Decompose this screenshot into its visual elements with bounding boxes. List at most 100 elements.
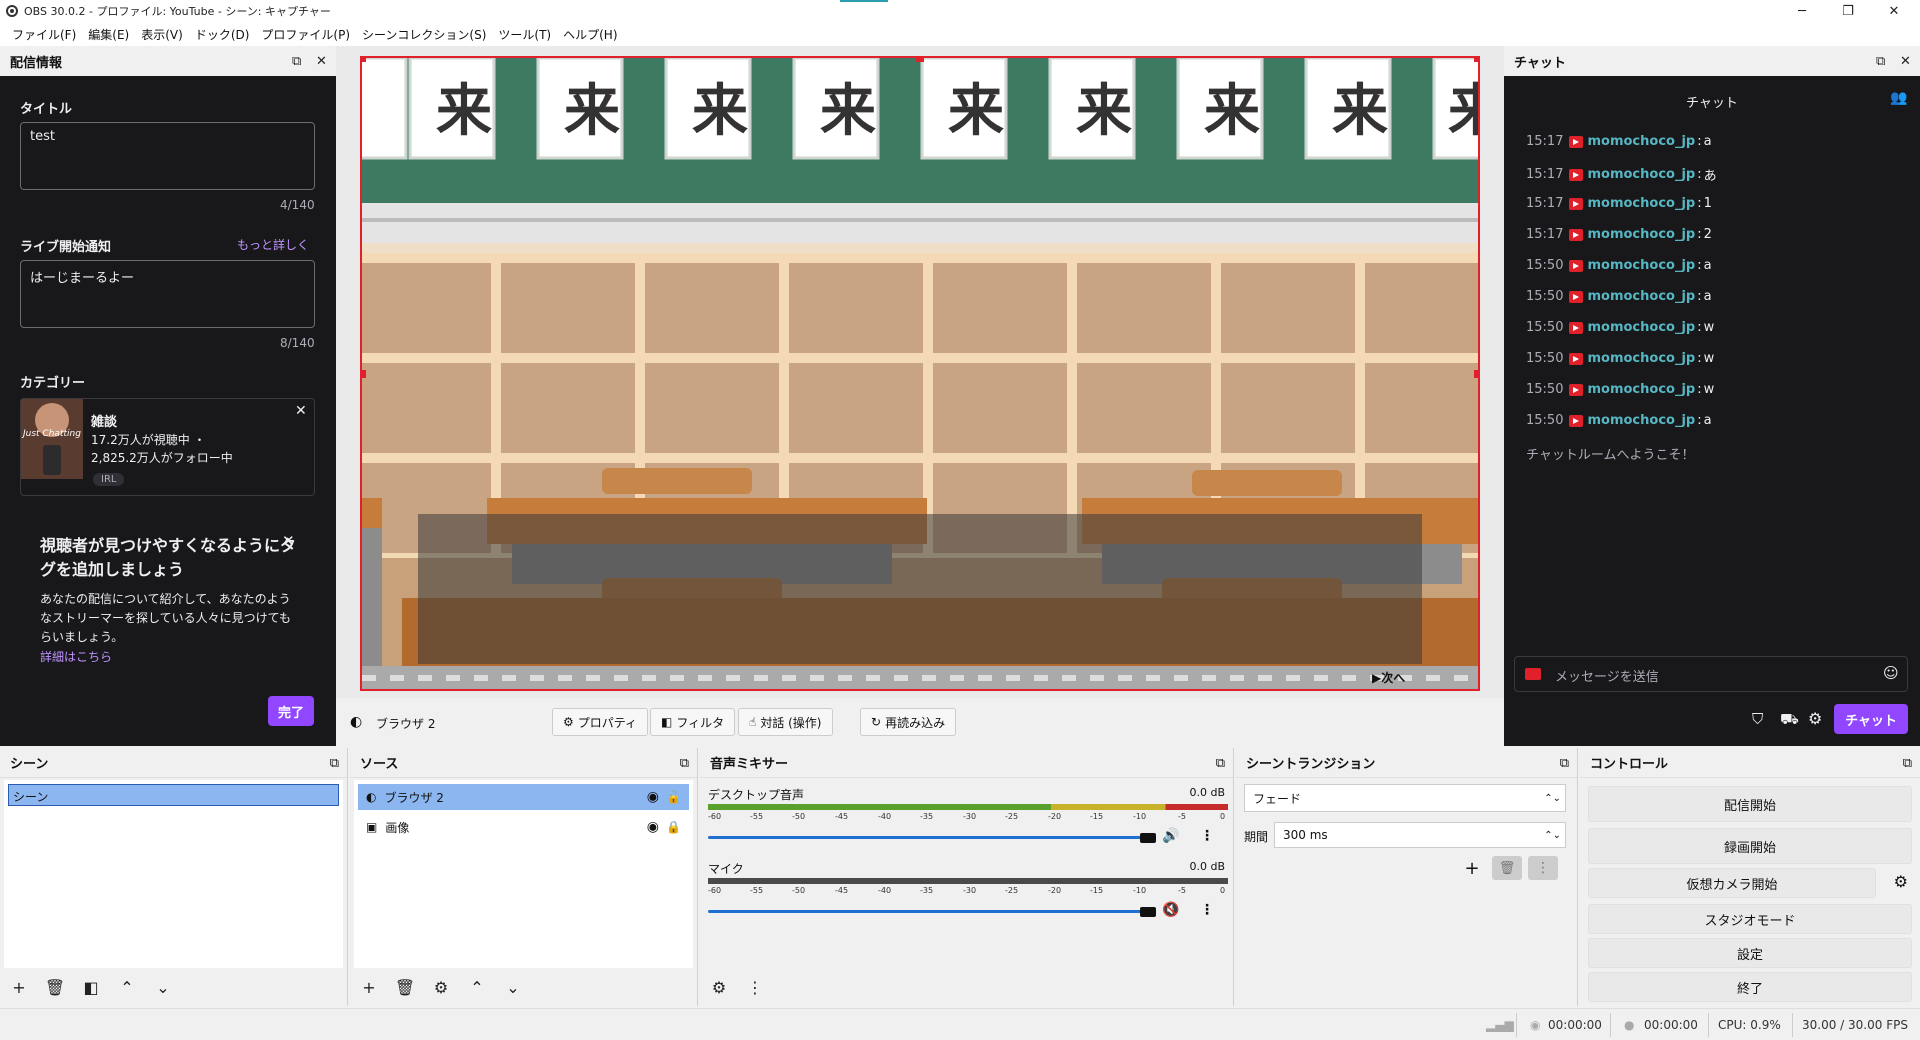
resize-handle-tr[interactable]: [1474, 58, 1478, 62]
source-up-icon[interactable]: ⌃: [462, 974, 492, 1000]
notify-char-count: 8/140: [280, 336, 315, 350]
lock-icon[interactable]: 🔒: [666, 820, 681, 834]
source-item-browser[interactable]: ◐ ブラウザ 2 ◉ 🔓: [358, 784, 689, 810]
channel-menu-icon[interactable]: ⋮: [1200, 828, 1214, 844]
preview-canvas[interactable]: 来来来 来来来 来来来: [360, 56, 1480, 691]
resize-handle-left[interactable]: [362, 370, 366, 378]
advanced-audio-icon[interactable]: ⚙: [704, 974, 734, 1000]
menu-dock[interactable]: ドック(D): [189, 26, 256, 43]
chat-settings-icon[interactable]: ⚙: [1808, 709, 1822, 728]
preview-area[interactable]: 来来来 来来来 来来来: [336, 46, 1504, 698]
scenes-dock: シーン ⧉ シーン + 🗑 ◧ ⌃ ⌄: [0, 748, 348, 1006]
controls-dock: コントロール ⧉ 配信開始 録画開始 仮想カメラ開始 ⚙ スタジオモード 設定 …: [1580, 748, 1920, 1006]
emoji-icon[interactable]: ☺: [1883, 664, 1899, 682]
chat-close-icon[interactable]: ✕: [1900, 54, 1911, 69]
mic-volume-slider[interactable]: [708, 910, 1148, 913]
source-properties-icon[interactable]: ⚙: [426, 974, 456, 1000]
source-down-icon[interactable]: ⌄: [498, 974, 528, 1000]
menu-tools[interactable]: ツール(T): [492, 26, 557, 43]
remove-source-icon[interactable]: 🗑: [390, 974, 420, 1000]
title-input[interactable]: test: [20, 122, 315, 190]
add-scene-icon[interactable]: +: [4, 974, 34, 1000]
learn-more-link[interactable]: もっと詳しく: [237, 236, 309, 253]
interact-button[interactable]: ☝ 対話 (操作): [738, 708, 833, 736]
visibility-eye-icon[interactable]: ◉: [647, 789, 659, 805]
reload-button[interactable]: ↻ 再読み込み: [860, 708, 957, 736]
remove-scene-icon[interactable]: 🗑: [40, 974, 70, 1000]
mixer-undock-icon[interactable]: ⧉: [1216, 756, 1225, 771]
menu-view[interactable]: 表示(V): [135, 26, 189, 43]
menu-file[interactable]: ファイル(F): [6, 26, 82, 43]
mic-volume-knob[interactable]: [1140, 907, 1156, 917]
duration-input[interactable]: 300 ms ⌃⌄: [1274, 822, 1566, 848]
transition-select[interactable]: フェード ⌃⌄: [1244, 784, 1566, 812]
title-bar: OBS 30.0.2 - プロファイル: YouTube - シーン: キャプチ…: [0, 0, 1920, 22]
speaker-icon[interactable]: 🔊: [1162, 828, 1179, 844]
properties-button[interactable]: ⚙ プロパティ: [552, 708, 649, 736]
start-virtual-camera-button[interactable]: 仮想カメラ開始: [1588, 868, 1876, 898]
users-icon[interactable]: 👥: [1890, 90, 1907, 106]
shield-icon[interactable]: ⛉: [1752, 710, 1763, 728]
scene-item[interactable]: シーン: [8, 784, 339, 806]
desktop-volume-slider[interactable]: [708, 836, 1148, 839]
resize-handle-tl[interactable]: [362, 58, 366, 62]
close-tag-hint-icon[interactable]: ✕: [282, 532, 295, 550]
remove-transition-icon[interactable]: 🗑: [1492, 856, 1522, 880]
maximize-button[interactable]: ❐: [1826, 0, 1870, 22]
filters-button[interactable]: ◧ フィルタ: [650, 708, 736, 736]
resize-handle-right[interactable]: [1474, 370, 1478, 378]
camera-badge-icon: [1569, 290, 1584, 303]
scenes-undock-icon[interactable]: ⧉: [330, 756, 339, 771]
menu-profile[interactable]: プロファイル(P): [255, 26, 356, 43]
mixer-menu-icon[interactable]: ⋮: [740, 974, 770, 1000]
move-down-icon[interactable]: ⌄: [148, 974, 178, 1000]
add-transition-icon[interactable]: +: [1458, 856, 1486, 880]
chat-input[interactable]: メッセージを送信 ☺: [1514, 656, 1908, 692]
notify-input[interactable]: はーじまーるよー: [20, 260, 315, 328]
chat-undock-icon[interactable]: ⧉: [1876, 54, 1885, 69]
scene-filters-icon[interactable]: ◧: [76, 974, 106, 1000]
category-tag-irl[interactable]: IRL: [93, 473, 125, 486]
move-up-icon[interactable]: ⌃: [112, 974, 142, 1000]
studio-mode-button[interactable]: スタジオモード: [1588, 904, 1912, 934]
title-accent-bar: [840, 0, 888, 2]
remove-category-icon[interactable]: ✕: [295, 403, 307, 419]
stepper-icon[interactable]: ⌃⌄: [1544, 830, 1561, 841]
category-card[interactable]: Just Chatting 雑談 17.2万人が視聴中 ・ 2,825.2万人が…: [20, 398, 315, 496]
unlock-icon[interactable]: 🔓: [666, 790, 681, 804]
transitions-undock-icon[interactable]: ⧉: [1560, 756, 1569, 771]
transition-menu-icon[interactable]: ⋮: [1528, 856, 1558, 880]
mixer-dock-title: 音声ミキサー: [700, 748, 1233, 778]
cart-icon[interactable]: ⛟: [1780, 710, 1799, 730]
desktop-volume-knob[interactable]: [1140, 833, 1156, 843]
close-dock-icon[interactable]: ✕: [316, 54, 327, 69]
vcam-settings-icon[interactable]: ⚙: [1894, 872, 1908, 891]
controls-undock-icon[interactable]: ⧉: [1903, 756, 1912, 771]
done-button[interactable]: 完了: [268, 696, 314, 726]
menu-help[interactable]: ヘルプ(H): [557, 26, 623, 43]
resize-handle-top[interactable]: [916, 58, 924, 62]
start-record-button[interactable]: 録画開始: [1588, 828, 1912, 864]
exit-button[interactable]: 終了: [1588, 972, 1912, 1002]
record-time: 00:00:00: [1644, 1018, 1698, 1032]
minimize-button[interactable]: ─: [1780, 0, 1824, 22]
camera-badge-icon: [1569, 228, 1584, 241]
add-source-icon[interactable]: +: [354, 974, 384, 1000]
channel-menu-icon[interactable]: ⋮: [1200, 902, 1214, 918]
close-window-button[interactable]: ✕: [1872, 0, 1916, 22]
chat-send-button[interactable]: チャット: [1834, 704, 1908, 734]
source-item-image[interactable]: ▣ 画像 ◉ 🔒: [358, 814, 689, 840]
transition-type-label: フェード: [1253, 791, 1302, 806]
muted-speaker-icon[interactable]: 🔇: [1162, 902, 1179, 918]
start-stream-button[interactable]: 配信開始: [1588, 786, 1912, 822]
stream-info-dock-title: 配信情報: [0, 46, 336, 76]
sources-undock-icon[interactable]: ⧉: [680, 756, 689, 771]
chat-placeholder: メッセージを送信: [1555, 670, 1659, 685]
undock-icon[interactable]: ⧉: [292, 54, 301, 69]
settings-button[interactable]: 設定: [1588, 938, 1912, 968]
stream-info-title-text: 配信情報: [10, 55, 63, 71]
tag-learn-more-link[interactable]: 詳細はこちら: [40, 648, 112, 665]
menu-scene-collection[interactable]: シーンコレクション(S): [356, 26, 492, 43]
menu-edit[interactable]: 編集(E): [82, 26, 135, 43]
visibility-eye-icon[interactable]: ◉: [647, 819, 659, 835]
